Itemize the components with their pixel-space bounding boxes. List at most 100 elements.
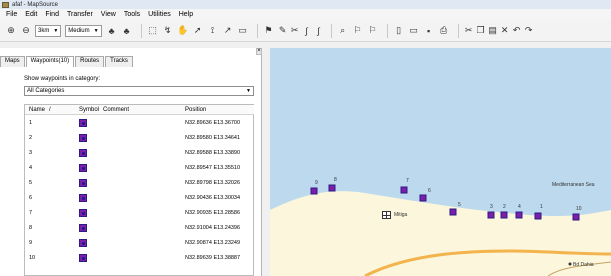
- menu-tools[interactable]: Tools: [120, 11, 144, 18]
- pen-icon[interactable]: ✎: [278, 24, 288, 38]
- select-icon[interactable]: ⬚: [147, 24, 159, 38]
- waypoint-symbol-icon: [79, 194, 87, 202]
- waypoint-label: 8: [334, 177, 337, 183]
- waypoint-position: N32.89639 E13.38887: [185, 255, 241, 261]
- waypoint-position: N32.90436 E13.30034: [185, 195, 241, 201]
- curve-alt-icon[interactable]: ∫: [314, 24, 324, 38]
- menu-help[interactable]: Help: [175, 11, 197, 18]
- flag-icon[interactable]: ⚑: [263, 24, 275, 38]
- waypoint-table: Name / Symbol Comment Position 1 N32.8963…: [24, 104, 254, 276]
- waypoint-label: 3: [490, 204, 493, 210]
- table-row[interactable]: 1 N32.89636 E13.36700: [25, 118, 254, 129]
- find-place-icon[interactable]: ⚐: [367, 24, 379, 38]
- route-tool-icon[interactable]: ⟟: [207, 24, 219, 38]
- table-row[interactable]: 10 N32.89639 E13.38887: [25, 253, 254, 264]
- tab-waypoints[interactable]: Waypoints(10): [25, 56, 75, 67]
- table-row[interactable]: 4 N32.89547 E13.35510: [25, 163, 254, 174]
- detail-value: Medium: [68, 27, 90, 34]
- toolbar-divider: [457, 23, 459, 38]
- waypoint-symbol-icon: [79, 254, 87, 262]
- tab-bar: Maps Waypoints(10) Routes Tracks: [0, 56, 134, 67]
- column-header-comment[interactable]: Comment: [103, 107, 129, 113]
- scale-select[interactable]: 3km ▼: [35, 24, 62, 37]
- tab-routes[interactable]: Routes: [75, 56, 105, 67]
- city-icon[interactable]: [382, 211, 391, 219]
- waypoint-name: 9: [29, 240, 33, 246]
- hand-icon[interactable]: ✋: [177, 24, 189, 38]
- waypoint-position: N32.89547 E13.35510: [185, 165, 241, 171]
- table-row[interactable]: 9 N32.90874 E13.23249: [25, 238, 254, 249]
- print-icon[interactable]: ⎙: [438, 24, 450, 38]
- track-tool-icon[interactable]: ↗: [222, 24, 234, 38]
- map-canvas[interactable]: 9 8 7 6 5 3 2 4 1 10: [270, 48, 611, 276]
- waypoint-position: N32.89636 E13.36700: [185, 120, 241, 126]
- save-icon[interactable]: ▪: [423, 24, 435, 38]
- toolbar-divider: [140, 23, 142, 38]
- find-icon[interactable]: ⌕: [337, 24, 349, 38]
- table-row[interactable]: 2 N32.89580 E13.34641: [25, 133, 254, 144]
- tab-maps[interactable]: Maps: [0, 56, 25, 67]
- column-header-symbol[interactable]: Symbol: [79, 107, 99, 113]
- copy-icon[interactable]: ❐: [476, 24, 486, 38]
- waypoint-label: 2: [503, 204, 506, 210]
- column-header-name[interactable]: Name: [29, 107, 45, 113]
- waypoint-position: N32.89580 E13.34641: [185, 135, 241, 141]
- lasso-icon[interactable]: ↯: [162, 24, 174, 38]
- waypoint-symbol-icon: [79, 164, 87, 172]
- find-waypoint-icon[interactable]: ⚐: [352, 24, 364, 38]
- table-row[interactable]: 3 N32.89588 E13.33890: [25, 148, 254, 159]
- scissors-icon[interactable]: ✂: [290, 24, 300, 38]
- city-label: Mitiga: [394, 212, 408, 218]
- menu-view[interactable]: View: [97, 11, 120, 18]
- waypoint-label: 5: [458, 202, 461, 208]
- new-file-icon[interactable]: ▯: [393, 24, 405, 38]
- waypoint-position: N32.89798 E13.32026: [185, 180, 241, 186]
- map-view[interactable]: 9 8 7 6 5 3 2 4 1 10 Mediterranean Sea M…: [270, 48, 611, 276]
- category-value: All Categories: [27, 88, 65, 94]
- close-icon[interactable]: ×: [256, 48, 262, 55]
- menu-utilities[interactable]: Utilities: [144, 11, 175, 18]
- menu-transfer[interactable]: Transfer: [63, 11, 97, 18]
- waypoints-icon[interactable]: ♣: [106, 24, 118, 38]
- routes-icon[interactable]: ♣: [121, 24, 133, 38]
- waypoint-label: 10: [576, 206, 582, 212]
- menu-find[interactable]: Find: [41, 11, 63, 18]
- app-icon: [2, 1, 9, 8]
- tab-tracks[interactable]: Tracks: [105, 56, 133, 67]
- scale-value: 3km: [38, 27, 50, 34]
- zoom-in-icon[interactable]: ⊕: [5, 24, 17, 38]
- menu-file[interactable]: File: [2, 11, 21, 18]
- zoom-out-icon[interactable]: ⊖: [20, 24, 32, 38]
- waypoint-symbol-icon: [79, 209, 87, 217]
- waypoint-position: N32.90874 E13.23249: [185, 240, 241, 246]
- table-row[interactable]: 8 N32.91004 E13.24396: [25, 223, 254, 234]
- cut-icon[interactable]: ✂: [464, 24, 474, 38]
- chevron-down-icon: ▼: [53, 27, 59, 34]
- waypoint-name: 7: [29, 210, 33, 216]
- menu-bar: File Edit Find Transfer View Tools Utili…: [0, 9, 611, 20]
- undo-icon[interactable]: ↶: [512, 24, 522, 38]
- waypoint-label: 9: [315, 180, 318, 186]
- window-title: afaf - MapSource: [12, 1, 59, 8]
- detail-select[interactable]: Medium ▼: [65, 24, 102, 37]
- sea-label: Mediterranean Sea: [552, 182, 595, 188]
- column-header-position[interactable]: Position: [185, 107, 206, 113]
- paste-icon[interactable]: ▤: [488, 24, 498, 38]
- table-row[interactable]: 5 N32.89798 E13.32026: [25, 178, 254, 189]
- pointer-icon[interactable]: ➚: [192, 24, 204, 38]
- waypoint-symbol-icon: [79, 239, 87, 247]
- menu-edit[interactable]: Edit: [21, 11, 41, 18]
- table-header: Name / Symbol Comment Position: [25, 105, 254, 115]
- table-row[interactable]: 7 N32.90935 E13.28586: [25, 208, 254, 219]
- category-label: Show waypoints in category:: [24, 76, 101, 82]
- delete-icon[interactable]: ✕: [500, 24, 510, 38]
- chevron-down-icon: ▼: [93, 27, 99, 34]
- curve-icon[interactable]: ∫: [302, 24, 312, 38]
- waypoint-name: 4: [29, 165, 33, 171]
- redo-icon[interactable]: ↷: [524, 24, 534, 38]
- table-row[interactable]: 6 N32.90436 E13.30034: [25, 193, 254, 204]
- measure-icon[interactable]: ▭: [237, 24, 249, 38]
- category-select[interactable]: All Categories ▼: [24, 86, 254, 96]
- open-file-icon[interactable]: ▭: [408, 24, 420, 38]
- waypoint-position: N32.89588 E13.33890: [185, 150, 241, 156]
